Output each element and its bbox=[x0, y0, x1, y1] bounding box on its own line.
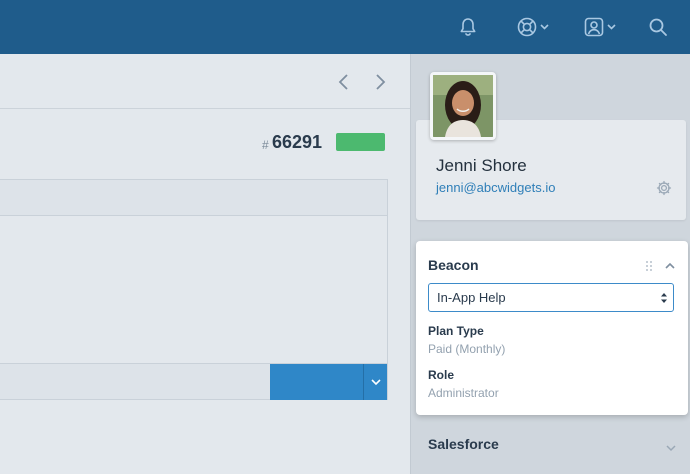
conversation-pane: # 66291 bbox=[0, 54, 410, 474]
customer-name: Jenni Shore bbox=[436, 156, 527, 175]
chevron-up-icon[interactable] bbox=[664, 259, 676, 271]
user-card-icon bbox=[584, 17, 616, 37]
chevron-down-icon bbox=[370, 379, 381, 386]
chevron-left-icon bbox=[338, 74, 348, 90]
status-badge[interactable] bbox=[336, 133, 385, 151]
editor-toolbar bbox=[0, 180, 387, 216]
ticket-hash-symbol: # bbox=[262, 138, 269, 152]
chevron-right-icon bbox=[376, 74, 386, 90]
customer-sidebar: Jenni Shore jenni@abcwidgets.io Beacon I… bbox=[410, 54, 690, 474]
send-button[interactable] bbox=[270, 364, 363, 400]
bell-icon[interactable] bbox=[457, 16, 479, 38]
ticket-header: # 66291 bbox=[0, 130, 410, 156]
role-label: Role bbox=[428, 368, 455, 382]
send-options-button[interactable] bbox=[363, 364, 387, 400]
select-arrows-icon bbox=[661, 293, 667, 303]
chevron-down-icon[interactable] bbox=[665, 440, 677, 452]
help-menu-button[interactable] bbox=[516, 16, 552, 38]
reply-text-area[interactable] bbox=[0, 216, 387, 363]
lifebuoy-icon bbox=[517, 17, 549, 37]
plan-type-value: Paid (Monthly) bbox=[428, 342, 506, 356]
gear-icon[interactable] bbox=[656, 180, 672, 196]
drag-handle-icon[interactable] bbox=[645, 259, 653, 271]
beacon-select-value: In-App Help bbox=[437, 290, 506, 305]
top-navigation-bar bbox=[0, 0, 690, 54]
avatar bbox=[430, 72, 496, 140]
plan-type-label: Plan Type bbox=[428, 324, 484, 338]
beacon-type-select[interactable]: In-App Help bbox=[428, 283, 674, 312]
ticket-number: 66291 bbox=[272, 132, 323, 152]
reply-editor bbox=[0, 179, 388, 400]
search-icon[interactable] bbox=[647, 16, 669, 38]
beacon-app-card: Beacon In-App Help Plan Type Paid (Month… bbox=[416, 241, 688, 415]
salesforce-app-header[interactable]: Salesforce bbox=[428, 436, 499, 452]
previous-conversation-button[interactable] bbox=[334, 72, 354, 92]
beacon-title: Beacon bbox=[428, 257, 479, 273]
account-menu-button[interactable] bbox=[583, 16, 619, 38]
role-value: Administrator bbox=[428, 386, 499, 400]
customer-email-link[interactable]: jenni@abcwidgets.io bbox=[436, 180, 555, 195]
conversation-toolbar bbox=[0, 54, 410, 109]
next-conversation-button[interactable] bbox=[370, 72, 390, 92]
